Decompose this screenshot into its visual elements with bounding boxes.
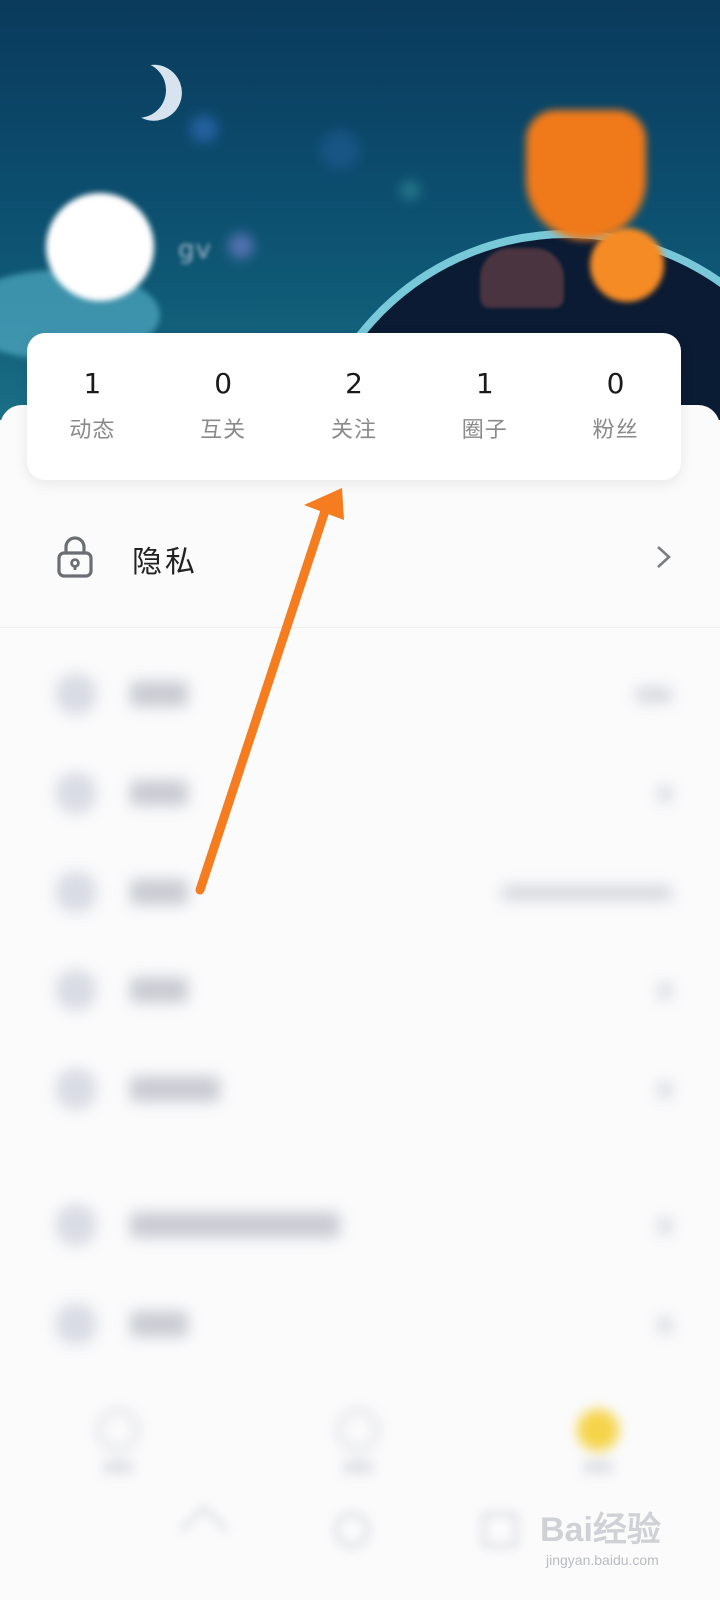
fox-mascot bbox=[526, 110, 646, 240]
chevron-right-icon bbox=[657, 546, 671, 568]
username[interactable]: gv bbox=[178, 235, 212, 265]
menu-item-privacy[interactable]: 隐私 bbox=[0, 505, 720, 609]
stat-label: 圈子 bbox=[461, 417, 508, 443]
stat-following[interactable]: 2 关注 bbox=[299, 366, 409, 448]
section-divider bbox=[0, 627, 720, 628]
menu-item-label bbox=[130, 1311, 188, 1337]
stat-label: 关注 bbox=[330, 417, 377, 443]
star-decoration bbox=[400, 180, 420, 200]
menu-icon bbox=[55, 1068, 97, 1110]
stat-circles[interactable]: 1 圈子 bbox=[430, 366, 540, 448]
star-decoration bbox=[320, 130, 360, 170]
back-icon[interactable] bbox=[178, 1504, 230, 1556]
menu-item-label bbox=[130, 1076, 220, 1102]
chevron-right-icon bbox=[658, 786, 672, 802]
menu-item-label: 隐私 bbox=[132, 545, 198, 580]
baidu-jingyan-watermark: Bai经验 jingyan.baidu.com bbox=[540, 1490, 710, 1590]
menu-item-label bbox=[130, 879, 188, 905]
list-item[interactable] bbox=[0, 1050, 720, 1130]
menu-item-value bbox=[636, 687, 672, 703]
menu-icon bbox=[55, 1204, 97, 1246]
profile-icon bbox=[577, 1409, 619, 1451]
stat-label: 互关 bbox=[200, 417, 247, 443]
home-icon bbox=[337, 1409, 379, 1451]
tab-label bbox=[583, 1461, 613, 1473]
menu-icon bbox=[55, 673, 97, 715]
tab-me[interactable] bbox=[558, 1409, 638, 1479]
star-decoration bbox=[228, 233, 254, 259]
star-decoration bbox=[190, 115, 218, 143]
lock-icon bbox=[57, 536, 93, 578]
list-item[interactable] bbox=[0, 1186, 720, 1266]
stat-value: 1 bbox=[83, 366, 102, 400]
stat-mutual[interactable]: 0 互关 bbox=[168, 366, 278, 448]
stat-value: 2 bbox=[345, 366, 363, 400]
menu-item-label bbox=[130, 681, 188, 707]
bottom-tab-bar bbox=[0, 1395, 720, 1495]
list-item[interactable] bbox=[0, 754, 720, 834]
recents-icon[interactable] bbox=[482, 1512, 518, 1548]
list-item[interactable] bbox=[0, 655, 720, 735]
chevron-right-icon bbox=[658, 1218, 672, 1234]
fox-tail-decoration bbox=[590, 228, 664, 302]
stat-label: 动态 bbox=[69, 417, 116, 443]
menu-icon bbox=[55, 1303, 97, 1345]
profile-screen: gv 1 动态 0 互关 2 关注 1 圈子 0 粉丝 隐私 Bai经验 jin… bbox=[0, 0, 720, 1600]
stat-value: 0 bbox=[606, 366, 625, 400]
menu-icon bbox=[55, 871, 97, 913]
tab-item[interactable] bbox=[318, 1409, 398, 1479]
chevron-right-icon bbox=[658, 1082, 672, 1098]
list-item[interactable] bbox=[0, 1285, 720, 1365]
watermark-logo-text: Bai经验 bbox=[540, 1511, 661, 1549]
stat-value: 1 bbox=[475, 366, 494, 400]
tab-label bbox=[103, 1461, 133, 1473]
list-item[interactable] bbox=[0, 951, 720, 1031]
list-item[interactable] bbox=[0, 853, 720, 933]
menu-item-label bbox=[130, 977, 188, 1003]
menu-icon bbox=[55, 772, 97, 814]
moon-decoration bbox=[102, 54, 174, 126]
chevron-right-icon bbox=[658, 983, 672, 999]
menu-item-value bbox=[502, 885, 672, 901]
home-button-icon[interactable] bbox=[334, 1512, 370, 1548]
stat-value: 0 bbox=[214, 366, 233, 400]
tab-item[interactable] bbox=[78, 1409, 158, 1479]
owl-mascot bbox=[480, 248, 564, 308]
tab-icon bbox=[97, 1409, 139, 1451]
stat-posts[interactable]: 1 动态 bbox=[37, 366, 147, 448]
tab-label bbox=[343, 1461, 373, 1473]
avatar[interactable] bbox=[46, 193, 154, 301]
menu-item-label bbox=[130, 780, 188, 806]
stat-label: 粉丝 bbox=[592, 417, 639, 443]
menu-icon bbox=[55, 969, 97, 1011]
watermark-url: jingyan.baidu.com bbox=[546, 1552, 659, 1568]
menu-item-label bbox=[130, 1212, 340, 1238]
stat-followers[interactable]: 0 粉丝 bbox=[561, 366, 671, 448]
chevron-right-icon bbox=[658, 1317, 672, 1333]
stats-card: 1 动态 0 互关 2 关注 1 圈子 0 粉丝 bbox=[27, 333, 681, 480]
